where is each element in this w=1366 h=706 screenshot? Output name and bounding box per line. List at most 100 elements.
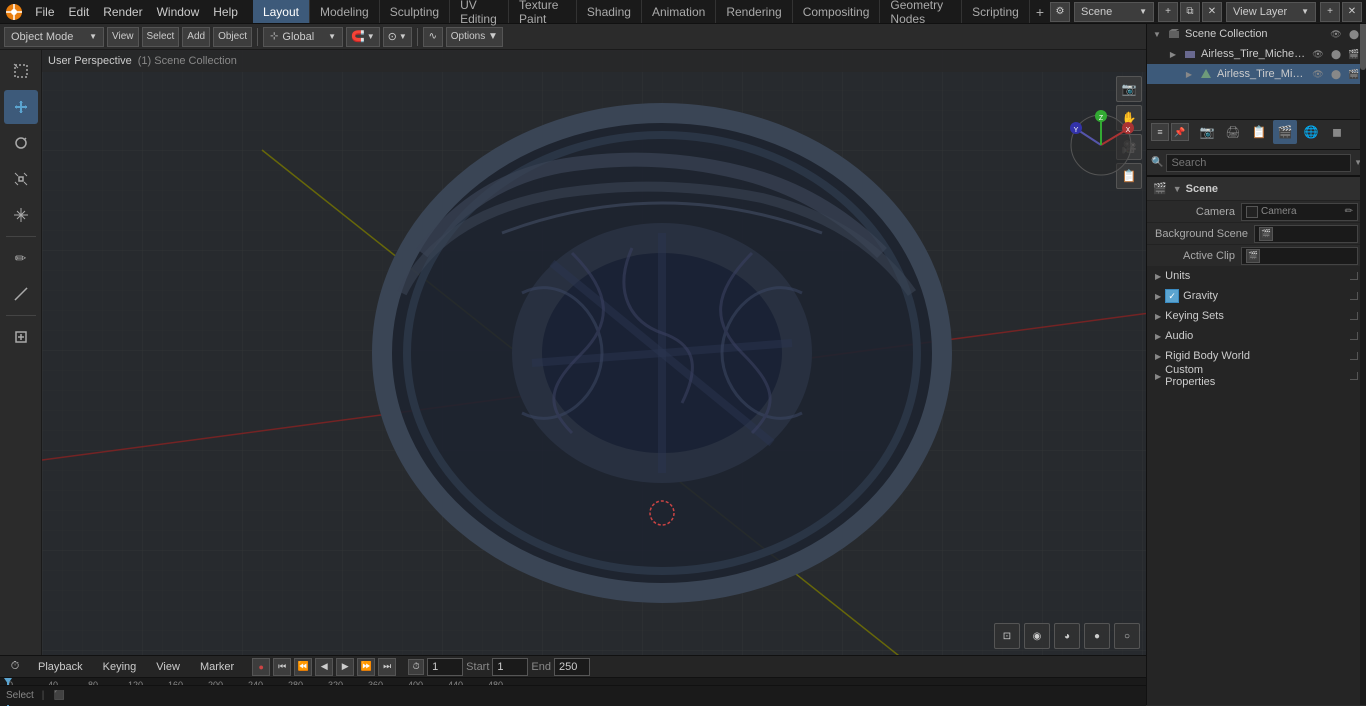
move-tool-btn[interactable] [4, 90, 38, 124]
keying-menu[interactable]: Keying [97, 656, 143, 677]
props-output-icon[interactable]: 🖨 [1221, 120, 1245, 144]
annotate-tool-btn[interactable]: ✏ [4, 241, 38, 275]
gizmo-shading2-btn[interactable]: ● [1084, 623, 1110, 649]
view-menu-tl[interactable]: View [150, 656, 186, 677]
props-gravity-row[interactable]: ▶ ✓ Gravity [1147, 286, 1366, 306]
eye-icon-1[interactable]: 👁 [1310, 46, 1326, 62]
outliner-expand-1[interactable]: ▶ [1167, 48, 1179, 60]
playback-menu[interactable]: Playback [32, 656, 89, 677]
tab-compositing[interactable]: Compositing [793, 0, 881, 23]
snap-controls[interactable]: 🧲 ▼ [346, 27, 380, 47]
props-scene-header[interactable]: 🎬 ▼ Scene [1147, 176, 1366, 200]
props-camera-value[interactable]: Camera ✏ [1241, 203, 1358, 221]
props-pin-btn[interactable]: 📌 [1171, 123, 1189, 141]
delete-view-layer-button[interactable]: ✕ [1342, 2, 1362, 22]
select-menu[interactable]: Select [142, 27, 180, 47]
delete-scene-button[interactable]: ✕ [1202, 2, 1222, 22]
tab-modeling[interactable]: Modeling [310, 0, 380, 23]
cursor-icon-2[interactable]: ⬤ [1328, 66, 1344, 82]
proportional-edit-controls[interactable]: ⊙ ▼ [383, 27, 412, 47]
cursor-icon-1[interactable]: ⬤ [1328, 46, 1344, 62]
measure-tool-btn[interactable] [4, 277, 38, 311]
tab-rendering[interactable]: Rendering [716, 0, 792, 23]
menu-file[interactable]: File [28, 0, 61, 23]
gravity-checkbox[interactable]: ✓ [1165, 289, 1179, 303]
outliner-expand-0[interactable]: ▼ [1151, 28, 1163, 40]
gizmo-shading3-btn[interactable]: ○ [1114, 623, 1140, 649]
camera-edit-btn[interactable]: ✏ [1345, 206, 1353, 217]
nav-gizmo[interactable]: X Y Z [1066, 110, 1136, 180]
props-scrollbar[interactable] [1360, 176, 1366, 705]
menu-render[interactable]: Render [96, 0, 149, 23]
outliner-row-scene-collection[interactable]: ▼ Scene Collection 👁 ⬤ [1147, 24, 1366, 44]
props-bg-scene-value[interactable]: 🎬 [1254, 225, 1358, 243]
props-list-btn[interactable]: ≡ [1151, 123, 1169, 141]
tab-animation[interactable]: Animation [642, 0, 716, 23]
props-scene-icon[interactable]: 🎬 [1273, 120, 1297, 144]
tab-sculpting[interactable]: Sculpting [380, 0, 450, 23]
viewport-3d[interactable]: User Perspective (1) Scene Collection 📷 … [42, 50, 1146, 655]
eye-icon-2[interactable]: 👁 [1310, 66, 1326, 82]
current-frame-input[interactable]: 1 [427, 658, 463, 676]
options-btn[interactable]: Options ▼ [446, 27, 503, 47]
gizmo-perspective-btn[interactable]: ⊡ [994, 623, 1020, 649]
add-workspace-button[interactable]: + [1030, 2, 1050, 22]
view-layer-selector[interactable]: View Layer ▼ [1226, 2, 1316, 22]
jump-end-btn[interactable]: ⏭ [378, 658, 396, 676]
props-view-layer-icon[interactable]: 📋 [1247, 120, 1271, 144]
transform-tool-btn[interactable] [4, 198, 38, 232]
props-custom-props-row[interactable]: ▶ Custom Properties [1147, 366, 1366, 386]
props-search-input[interactable] [1166, 154, 1351, 172]
new-view-layer-button[interactable]: + [1320, 2, 1340, 22]
tab-scripting[interactable]: Scripting [962, 0, 1030, 23]
props-rigid-body-row[interactable]: ▶ Rigid Body World [1147, 346, 1366, 366]
view-menu[interactable]: View [107, 27, 139, 47]
tab-geometry-nodes[interactable]: Geometry Nodes [880, 0, 962, 23]
eye-icon-0[interactable]: 👁 [1328, 26, 1344, 42]
timeline-mode-btn[interactable]: ⏱ [6, 658, 24, 676]
scale-tool-btn[interactable] [4, 162, 38, 196]
props-world-icon[interactable]: 🌐 [1299, 120, 1323, 144]
outliner-expand-2[interactable]: ▶ [1183, 68, 1195, 80]
transform-selector[interactable]: ⊹ Global ▼ [263, 27, 343, 47]
add-object-tool-btn[interactable] [4, 320, 38, 354]
outliner-row-mesh[interactable]: ▶ Airless_Tire_Michelin_All... 👁 ⬤ 🎬 [1147, 64, 1366, 84]
menu-edit[interactable]: Edit [62, 0, 97, 23]
frame-type-btn[interactable]: ⏱ [408, 659, 424, 675]
select-box-tool[interactable] [4, 54, 38, 88]
props-active-clip-value[interactable]: 🎬 [1241, 247, 1358, 265]
play-btn[interactable]: ▶ [336, 658, 354, 676]
props-object-icon[interactable]: ◼ [1325, 120, 1349, 144]
step-forward-btn[interactable]: ⏩ [357, 658, 375, 676]
tab-layout[interactable]: Layout [253, 0, 310, 23]
tab-uv-editing[interactable]: UV Editing [450, 0, 509, 23]
outliner-row-tire[interactable]: ▶ Airless_Tire_Michelin_All_Terr... 👁 ⬤ … [1147, 44, 1366, 64]
engine-icon[interactable]: ⚙ [1050, 2, 1070, 22]
tab-shading[interactable]: Shading [577, 0, 642, 23]
gizmo-shading-btn[interactable]: ◕ [1054, 623, 1080, 649]
add-menu[interactable]: Add [182, 27, 210, 47]
record-btn[interactable]: ● [252, 658, 270, 676]
gizmo-overlay-btn[interactable]: ◉ [1024, 623, 1050, 649]
menu-window[interactable]: Window [150, 0, 207, 23]
start-frame-input[interactable]: 1 [492, 658, 528, 676]
rotate-tool-btn[interactable] [4, 126, 38, 160]
graph-btn[interactable]: ∿ [423, 27, 443, 47]
object-mode-selector[interactable]: Object Mode ▼ [4, 27, 104, 47]
menu-help[interactable]: Help [206, 0, 245, 23]
object-menu[interactable]: Object [213, 27, 252, 47]
marker-menu[interactable]: Marker [194, 656, 240, 677]
end-frame-input[interactable]: 250 [554, 658, 590, 676]
copy-scene-button[interactable]: ⧉ [1180, 2, 1200, 22]
props-units-row[interactable]: ▶ Units [1147, 266, 1366, 286]
scene-selector[interactable]: Scene ▼ [1074, 2, 1154, 22]
props-render-icon[interactable]: 📷 [1195, 120, 1219, 144]
new-scene-button[interactable]: + [1158, 2, 1178, 22]
props-audio-row[interactable]: ▶ Audio [1147, 326, 1366, 346]
tab-texture-paint[interactable]: Texture Paint [509, 0, 577, 23]
play-reverse-btn[interactable]: ◀ [315, 658, 333, 676]
viewport-camera-btn[interactable]: 📷 [1116, 76, 1142, 102]
props-keying-sets-row[interactable]: ▶ Keying Sets [1147, 306, 1366, 326]
step-back-btn[interactable]: ⏪ [294, 658, 312, 676]
jump-start-btn[interactable]: ⏮ [273, 658, 291, 676]
